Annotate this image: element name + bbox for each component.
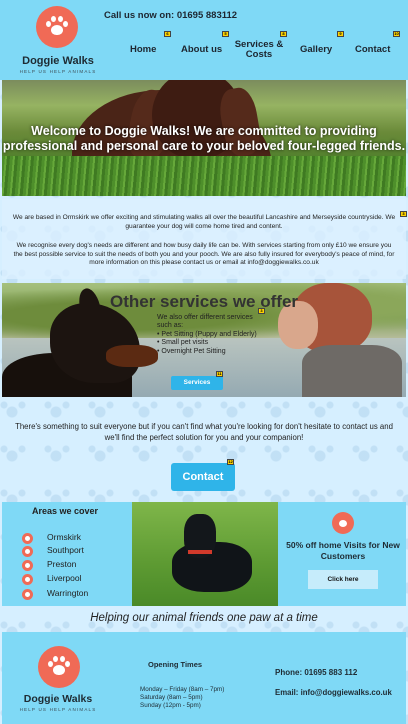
woman-body xyxy=(302,345,402,397)
footer-phone[interactable]: Phone: 01695 883 112 xyxy=(275,668,357,677)
paw-icon xyxy=(22,533,33,544)
area-item: Southport xyxy=(22,545,122,557)
site-header: Doggie Walks HELP US HELP ANIMALS Call u… xyxy=(0,0,408,80)
intro-paragraph: We recognise every dog's needs are diffe… xyxy=(13,242,395,266)
intro-paragraph: We are based in Ormskirk we offer exciti… xyxy=(12,214,396,230)
logo-paw-icon[interactable] xyxy=(36,6,78,48)
services-list-item: • Overnight Pet Sitting xyxy=(157,347,226,355)
services-list: We also offer different services such as… xyxy=(157,314,267,356)
button-badge: 12 xyxy=(227,459,234,465)
services-button[interactable]: Services xyxy=(171,376,223,390)
area-item: Warrington xyxy=(22,588,122,600)
dobermann-snout xyxy=(106,345,158,367)
hero-grass xyxy=(2,156,406,196)
services-title: Other services we offer xyxy=(109,292,299,311)
button-badge: 11 xyxy=(216,371,223,377)
area-name: Southport xyxy=(47,545,84,555)
services-list-item: • Small pet visits xyxy=(157,339,209,347)
nav-contact[interactable]: Contact xyxy=(355,45,390,55)
area-item: Preston xyxy=(22,559,122,571)
nav-badge: 6 xyxy=(164,31,171,37)
cta-text: There's something to suit everyone but i… xyxy=(15,422,393,442)
services-section: Other services we offer 3 We also offer … xyxy=(2,283,406,397)
nav-services-costs[interactable]: Services & Costs xyxy=(233,40,285,60)
hero-welcome-text: Welcome to Doggie Walks! We are committe… xyxy=(2,124,406,153)
area-name: Liverpool xyxy=(47,573,82,583)
photo-dog-collar xyxy=(188,550,212,554)
footer-logo-paw-icon[interactable] xyxy=(38,646,80,688)
opening-times-line: Monday – Friday (8am – 7pm) xyxy=(140,686,225,693)
footer-logo-name[interactable]: Doggie Walks xyxy=(14,693,102,705)
area-item: Ormskirk xyxy=(22,532,122,544)
hero-banner: Welcome to Doggie Walks! We are committe… xyxy=(2,80,406,196)
paw-icon xyxy=(332,512,354,534)
nav-badge: 9 xyxy=(337,31,344,37)
areas-offer-strip: Areas we cover Ormskirk Southport Presto… xyxy=(2,502,406,606)
area-name: Ormskirk xyxy=(47,532,81,542)
area-name: Preston xyxy=(47,559,77,569)
paw-icon xyxy=(22,546,33,557)
opening-times-line: Saturday (8am – 5pm) xyxy=(140,694,203,701)
opening-times-line: Sunday (12pm - 5pm) xyxy=(140,702,201,709)
services-list-item: • Pet Sitting (Puppy and Elderly) xyxy=(157,330,257,338)
offer-text: 50% off home Visits for New Customers xyxy=(286,540,400,561)
paw-icon xyxy=(47,654,71,678)
paw-icon xyxy=(22,589,33,600)
contact-button[interactable]: Contact xyxy=(171,463,235,491)
opening-times-title: Opening Times xyxy=(148,660,203,669)
nav-badge: 8 xyxy=(280,31,287,37)
click-here-button[interactable]: Click here xyxy=(308,570,378,589)
area-name: Warrington xyxy=(47,588,89,598)
black-dog-photo xyxy=(132,502,278,606)
nav-badge: 5 xyxy=(222,31,229,37)
paw-icon xyxy=(22,574,33,585)
footer-logo-tagline: HELP US HELP ANIMALS xyxy=(19,707,97,712)
slogan: Helping our animal friends one paw at a … xyxy=(90,612,318,624)
nav-gallery[interactable]: Gallery xyxy=(300,45,332,55)
area-item: Liverpool xyxy=(22,573,122,585)
nav-badge: 10 xyxy=(393,31,400,37)
paw-icon xyxy=(45,14,69,38)
areas-title: Areas we cover xyxy=(32,506,99,516)
logo-name[interactable]: Doggie Walks xyxy=(14,55,102,67)
footer-email[interactable]: Email: info@doggiewalks.co.uk xyxy=(275,688,392,697)
site-footer: Doggie Walks HELP US HELP ANIMALS Openin… xyxy=(2,632,406,724)
services-list-item: We also offer different services such as… xyxy=(157,314,253,330)
logo-tagline: HELP US HELP ANIMALS xyxy=(19,69,97,74)
intro-section: 3 We are based in Ormskirk we offer exci… xyxy=(2,199,407,279)
paw-icon xyxy=(22,560,33,571)
nav-home[interactable]: Home xyxy=(130,45,156,55)
call-phone-text: Call us now on: 01695 883112 xyxy=(104,10,238,21)
nav-about-us[interactable]: About us xyxy=(181,45,222,55)
